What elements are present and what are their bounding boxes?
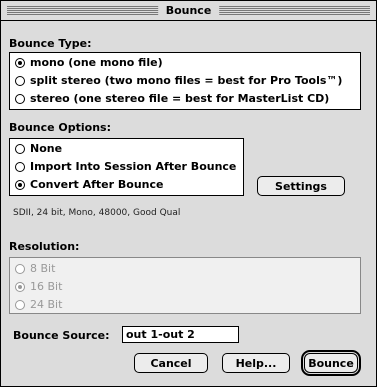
radio-split-stereo-label: split stereo (two mono files = best for … xyxy=(30,74,343,87)
bounce-options-group: None Import Into Session After Bounce Co… xyxy=(9,138,244,196)
radio-split-stereo[interactable]: split stereo (two mono files = best for … xyxy=(15,74,342,87)
radio-mono-label: mono (one mono file) xyxy=(30,56,163,69)
radio-button-icon xyxy=(15,57,25,68)
bounce-type-group: mono (one mono file) split stereo (two m… xyxy=(9,52,361,110)
bounce-button[interactable]: Bounce xyxy=(301,350,361,376)
bounce-options-label: Bounce Options: xyxy=(9,121,112,134)
settings-button[interactable]: Settings xyxy=(257,176,345,196)
bounce-type-label: Bounce Type: xyxy=(9,37,92,50)
radio-16-bit-label: 16 Bit xyxy=(30,280,63,293)
radio-convert-label: Convert After Bounce xyxy=(30,178,164,191)
radio-mono[interactable]: mono (one mono file) xyxy=(15,56,163,69)
resolution-label: Resolution: xyxy=(9,240,80,253)
radio-button-icon xyxy=(15,143,25,154)
radio-none-label: None xyxy=(30,142,63,155)
radio-16-bit[interactable]: 16 Bit xyxy=(15,280,62,293)
help-button[interactable]: Help... xyxy=(222,353,290,373)
bounce-dialog: Bounce Bounce Type: mono (one mono file)… xyxy=(0,0,377,387)
radio-convert-after-bounce[interactable]: Convert After Bounce xyxy=(15,178,163,191)
radio-button-icon xyxy=(15,93,25,104)
bounce-source-label: Bounce Source: xyxy=(13,329,110,342)
radio-button-icon xyxy=(15,179,25,190)
radio-import-into-session[interactable]: Import Into Session After Bounce xyxy=(15,160,236,173)
bounce-source-field[interactable]: out 1-out 2 xyxy=(122,326,239,343)
cancel-button[interactable]: Cancel xyxy=(134,353,208,373)
radio-24-bit[interactable]: 24 Bit xyxy=(15,298,62,311)
radio-8-bit-label: 8 Bit xyxy=(30,262,56,275)
conversion-settings-info: SDII, 24 bit, Mono, 48000, Good Qual xyxy=(13,208,181,218)
radio-button-icon xyxy=(15,263,25,274)
window-title: Bounce xyxy=(157,4,220,17)
radio-button-icon xyxy=(15,281,25,292)
title-bar[interactable]: Bounce xyxy=(1,1,376,21)
radio-import-label: Import Into Session After Bounce xyxy=(30,160,237,173)
resolution-group: 8 Bit 16 Bit 24 Bit xyxy=(9,257,361,314)
radio-button-icon xyxy=(15,299,25,310)
radio-8-bit[interactable]: 8 Bit xyxy=(15,262,55,275)
radio-button-icon xyxy=(15,75,25,86)
radio-none[interactable]: None xyxy=(15,142,62,155)
radio-stereo[interactable]: stereo (one stereo file = best for Maste… xyxy=(15,92,329,105)
radio-24-bit-label: 24 Bit xyxy=(30,298,63,311)
radio-button-icon xyxy=(15,161,25,172)
radio-stereo-label: stereo (one stereo file = best for Maste… xyxy=(30,92,330,105)
